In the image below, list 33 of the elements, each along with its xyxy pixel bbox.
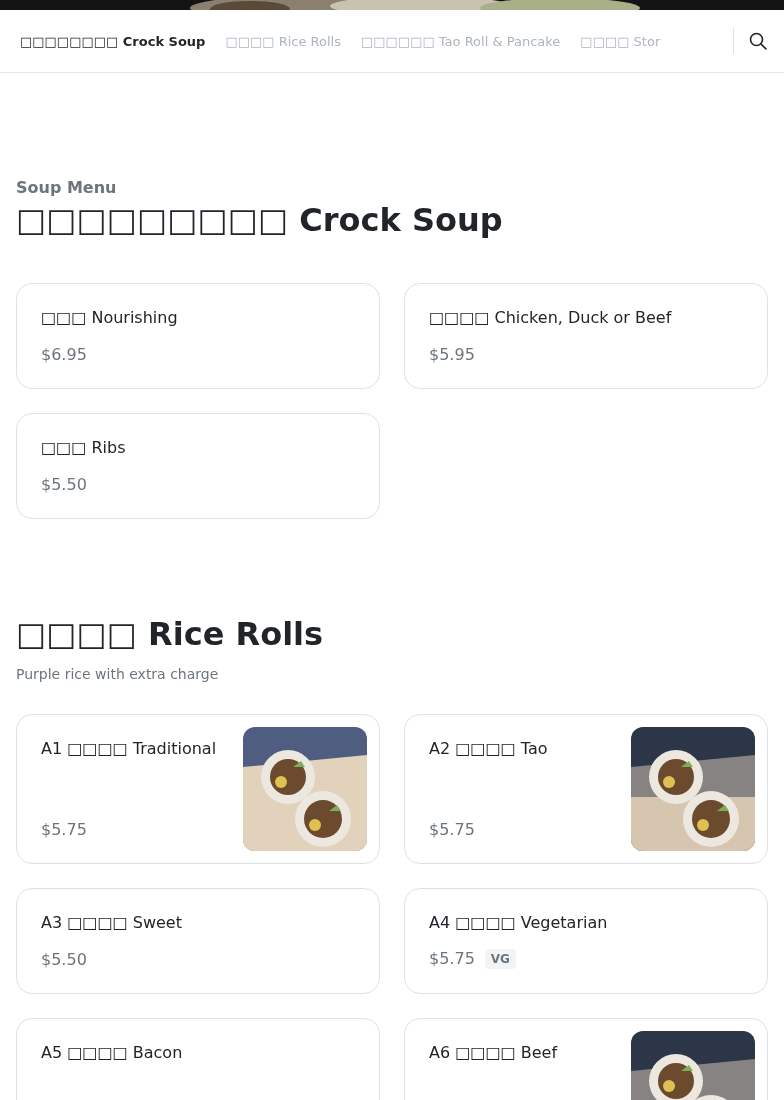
item-price: $5.50: [41, 949, 87, 969]
menu-card[interactable]: A3 □□□□ Sweet $5.50: [16, 887, 380, 994]
item-name: □□□□ Chicken, Duck or Beef: [429, 308, 673, 328]
item-name: A3 □□□□ Sweet: [41, 912, 183, 932]
search-button[interactable]: [748, 31, 768, 51]
item-name: A2 □□□□ Tao: [429, 738, 549, 758]
diet-tag: VG: [484, 948, 516, 969]
item-price: $5.50: [41, 475, 87, 495]
menu-card[interactable]: □□□ Ribs $5.50: [16, 413, 380, 520]
section-label: Soup Menu: [16, 178, 118, 197]
menu-card[interactable]: A6 □□□□ Beef: [404, 1017, 768, 1100]
section-title: □□□□ Rice Rolls: [16, 615, 325, 654]
item-price: $5.75: [41, 819, 87, 839]
menu-card[interactable]: A5 □□□□ Bacon: [16, 1017, 380, 1100]
section-title: □□□□□□□□□ Crock Soup: [16, 201, 504, 240]
item-name: □□□ Nourishing: [41, 308, 179, 328]
section-note: Purple rice with extra charge: [16, 665, 220, 682]
menu-card[interactable]: A4 □□□□ Vegetarian $5.75 VG: [404, 887, 768, 994]
menu-card[interactable]: A1 □□□□ Traditional $5.75: [16, 713, 380, 864]
item-name: □□□ Ribs: [41, 438, 127, 458]
menu-card[interactable]: A2 □□□□ Tao $5.75: [404, 713, 768, 864]
item-price: $5.95: [429, 345, 475, 365]
item-price: $6.95: [41, 345, 87, 365]
item-price: $5.75: [429, 819, 475, 839]
nav-tab[interactable]: □□□□□□□□ Crock Soup: [20, 33, 206, 49]
search-icon: [748, 31, 768, 51]
item-price: $5.75: [429, 949, 475, 969]
menu-card[interactable]: □□□□ Chicken, Duck or Beef $5.95: [404, 283, 768, 390]
item-name: A4 □□□□ Vegetarian: [429, 912, 609, 932]
menu-card[interactable]: □□□ Nourishing $6.95: [16, 283, 380, 390]
item-name: A5 □□□□ Bacon: [41, 1042, 184, 1062]
item-name: A1 □□□□ Traditional: [41, 738, 218, 758]
item-name: A6 □□□□ Beef: [429, 1042, 559, 1062]
